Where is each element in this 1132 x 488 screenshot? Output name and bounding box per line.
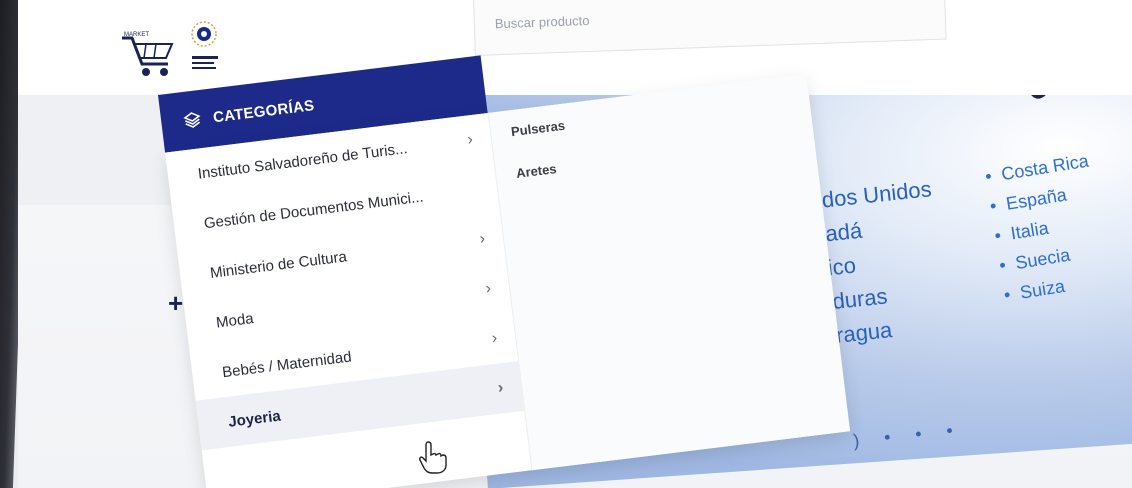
categories-menu: CATEGORÍAS Instituto Salvadoreño de Turi… <box>158 16 851 488</box>
subcategory-list: Pulseras Aretes <box>487 73 851 471</box>
screen: ados Unidos nadá xico nduras aragua • Cos… <box>18 0 1132 488</box>
chevron-right-icon: › <box>490 329 499 348</box>
categories-title: CATEGORÍAS <box>212 96 316 126</box>
country-item: España <box>1004 184 1069 214</box>
chevron-right-icon: › <box>484 279 493 298</box>
hand-pointer-icon <box>419 441 447 474</box>
chevron-right-icon: › <box>466 131 474 149</box>
chevron-right-icon: › <box>478 230 486 248</box>
category-label: Joyeria <box>227 407 282 431</box>
chevron-right-icon: › <box>496 379 505 397</box>
layers-icon <box>182 110 202 130</box>
market-logo[interactable]: MARKET <box>118 20 238 90</box>
category-label: Instituto Salvadoreño de Turis... <box>196 139 409 183</box>
plus-icon[interactable]: + <box>168 288 183 319</box>
category-label: Ministerio de Cultura <box>209 247 348 282</box>
country-item: Suecia <box>1013 244 1072 274</box>
category-label: Moda <box>215 309 255 332</box>
country-item: Italia <box>1009 217 1050 244</box>
country-item: Suiza <box>1018 275 1067 303</box>
category-label: Bebés / Maternidad <box>221 347 353 381</box>
category-list: Instituto Salvadoreño de Turis... › Gest… <box>165 113 525 451</box>
